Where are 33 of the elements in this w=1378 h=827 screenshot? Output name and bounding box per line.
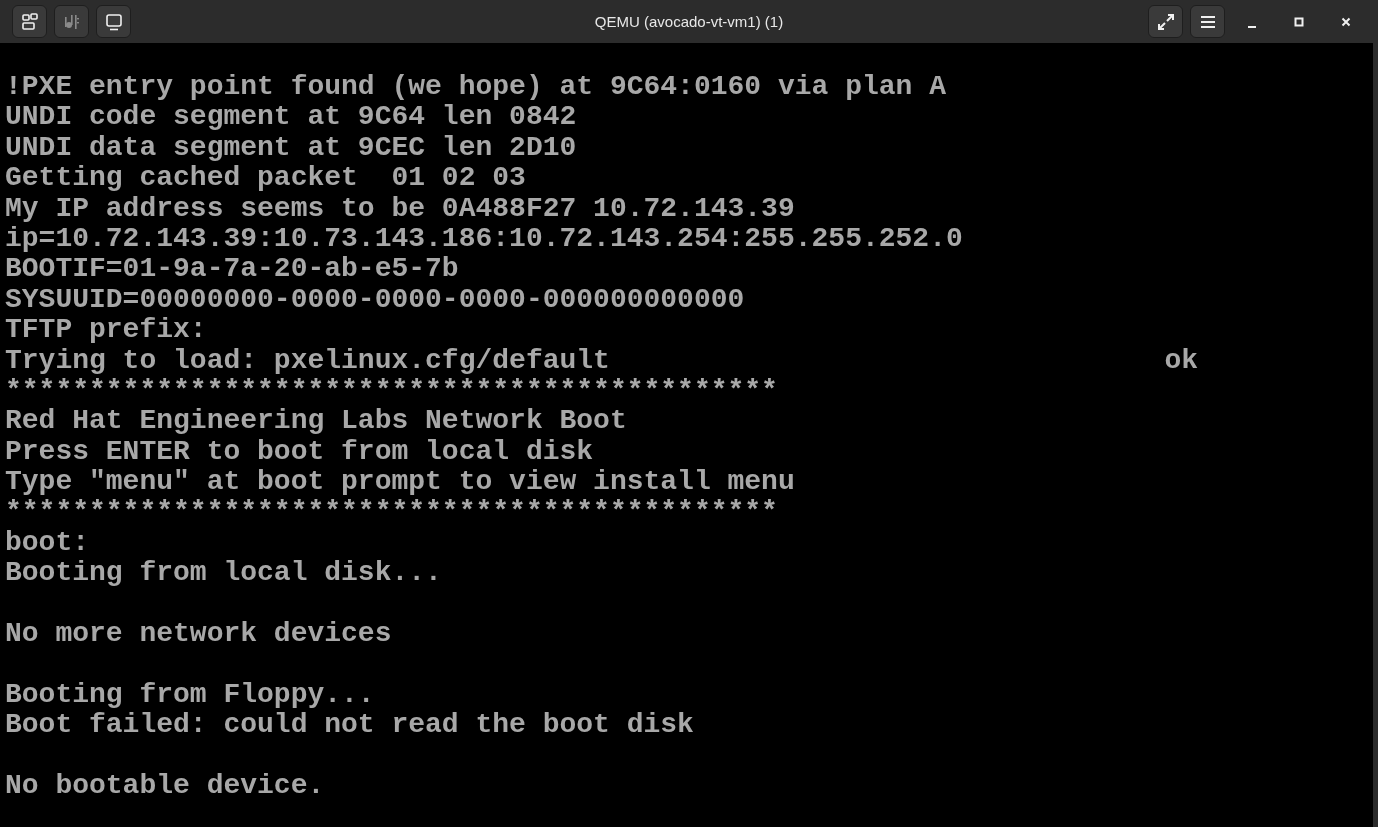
console-line: Booting from Floppy...	[5, 679, 376, 711]
console-line: SYSUUID=00000000-0000-0000-0000-000000000000	[5, 284, 746, 316]
console-line: BOOTIF=01-9a-7a-20-ab-e5-7b	[5, 254, 460, 285]
console-line: Trying to load: pxelinux.cfg/default	[5, 345, 611, 376]
display-button[interactable]	[96, 5, 131, 38]
console-line: No bootable device.	[5, 771, 326, 802]
console-line: **********************************************	[5, 375, 779, 407]
console-line: ip=10.72.143.39:10.73.143.186:10.72.143.254:255.255.252.0	[5, 223, 964, 255]
menu-button[interactable]	[1190, 5, 1225, 38]
window-title: QEMU (avocado-vt-vm1) (1)	[594, 13, 784, 30]
minimize-icon	[1248, 25, 1256, 28]
console-line: !PXE entry point found (we hope) at 9C64:0160 via plan A	[5, 72, 947, 103]
console-line: TFTP prefix:	[5, 315, 208, 346]
console-line: UNDI code segment at 9C64 len 0842	[5, 102, 578, 133]
monitor-icon	[103, 11, 124, 32]
maximize-icon	[1293, 15, 1305, 28]
close-icon	[1340, 15, 1352, 28]
console-line: Boot failed: could not read the boot disk	[5, 710, 695, 741]
console-line: Getting cached packet 01 02 03	[5, 163, 527, 194]
status-text: ok	[1164, 345, 1198, 376]
views-button[interactable]	[12, 5, 47, 38]
windows-icon	[19, 11, 40, 32]
expand-icon	[1155, 11, 1176, 32]
console-line: Booting from local disk...	[5, 558, 443, 589]
fullscreen-button[interactable]	[1148, 5, 1183, 38]
console-line: My IP address seems to be 0A488F27 10.72.143.39	[5, 193, 796, 224]
console-line: **********************************************	[5, 497, 779, 528]
console-line: boot:	[5, 527, 90, 559]
console-line: Red Hat Engineering Labs Network Boot	[5, 406, 628, 437]
console-line: No more network devices	[5, 619, 393, 650]
console-line: Press ENTER to boot from local disk	[5, 436, 595, 468]
console-line: Type "menu" at boot prompt to view install menu	[5, 467, 796, 498]
console-line: UNDI data segment at 9CEC len 2D10	[5, 132, 578, 164]
